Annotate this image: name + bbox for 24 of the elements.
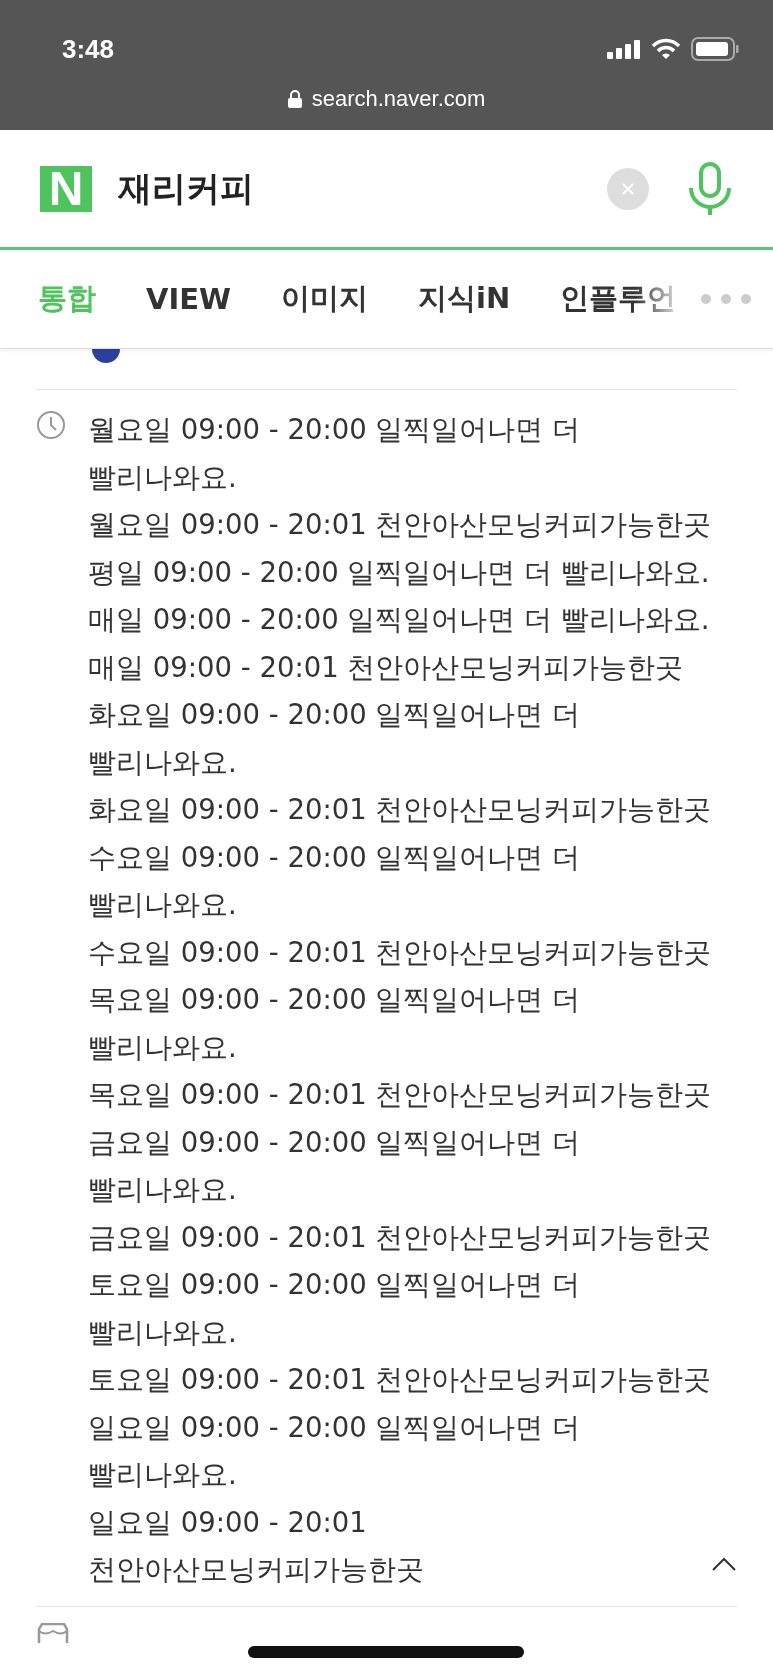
- hours-entry: 금요일 09:00 - 20:00 일찍일어나면 더 빨리나와요.: [88, 1124, 582, 1207]
- hours-entry: 평일 09:00 - 20:00 일찍일어나면 더 빨리나와요.: [88, 554, 711, 590]
- search-tab[interactable]: 이미지: [281, 279, 369, 319]
- page-url[interactable]: search.naver.com: [311, 86, 486, 112]
- search-tab[interactable]: 인플루언: [560, 279, 677, 319]
- search-field[interactable]: 재리커피: [118, 168, 607, 209]
- hours-entry: 월요일 09:00 - 20:00 일찍일어나면 더 빨리나와요.: [88, 412, 582, 495]
- hours-entry: 매일 09:00 - 20:00 일찍일어나면 더 빨리나와요.: [88, 602, 711, 637]
- hours-entry: 목요일 09:00 - 20:00 일찍일어나면 더 빨리나와요.: [88, 982, 582, 1065]
- hours-entry: 화요일 09:00 - 20:01 천안아산모닝커피가능한곳: [88, 792, 713, 827]
- hours-entry: 목요일 09:00 - 20:01 천안아산모닝커피가능한곳: [88, 1077, 713, 1112]
- status-time: 3:48: [62, 33, 115, 65]
- hours-entry: 매일 09:00 - 20:01 천안아산모닝커피가능한곳: [88, 649, 685, 685]
- hours-entry: 수요일 09:00 - 20:01 천안아산모닝커피가능한곳: [88, 934, 713, 970]
- hours-entry: 금요일 09:00 - 20:01 천안아산모닝커피가능한곳: [88, 1219, 713, 1255]
- hours-entry: 수요일 09:00 - 20:00 일찍일어나면 더 빨리나와요.: [88, 839, 582, 922]
- hours-entry: 토요일 09:00 - 20:00 일찍일어나면 더 빨리나와요.: [88, 1267, 582, 1350]
- hours-entry: 토요일 09:00 - 20:01 천안아산모닝커피가능한곳: [88, 1362, 713, 1397]
- hours-entry: 월요일 09:00 - 20:01 천안아산모닝커피가능한곳: [88, 507, 713, 542]
- hours-entry: 화요일 09:00 - 20:00 일찍일어나면 더 빨리나와요.: [88, 697, 582, 780]
- hours-entry: 일요일 09:00 - 20:01 천안아산모닝커피가능한곳: [88, 1504, 425, 1587]
- hours-entry: 일요일 09:00 - 20:00 일찍일어나면 더 빨리나와요.: [88, 1409, 582, 1492]
- search-tab[interactable]: VIEW: [146, 282, 232, 316]
- search-tab[interactable]: 지식iN: [418, 279, 511, 319]
